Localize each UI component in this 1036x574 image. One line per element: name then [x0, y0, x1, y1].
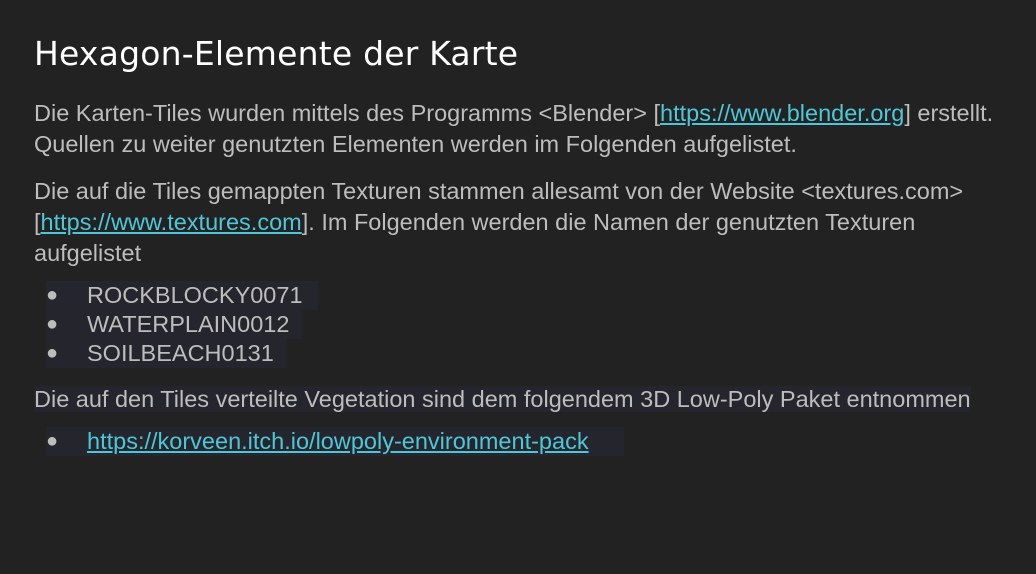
texture-name: ROCKBLOCKY0071: [87, 282, 303, 308]
list-item: ● https://korveen.itch.io/lowpoly-enviro…: [34, 427, 1002, 456]
list-item: ● ROCKBLOCKY0071: [34, 281, 1002, 310]
slide-title: Hexagon-Elemente der Karte: [34, 34, 519, 73]
list-item: ● SOILBEACH0131: [34, 339, 1002, 368]
blender-link[interactable]: https://www.blender.org: [660, 100, 904, 126]
paragraph-text: Die Karten-Tiles wurden mittels des Prog…: [34, 100, 661, 126]
paragraph-vegetation: Die auf den Tiles verteilte Vegetation s…: [34, 384, 1002, 415]
bullet-icon: ●: [46, 430, 59, 452]
textures-list: ● ROCKBLOCKY0071 ● WATERPLAIN0012 ● SOIL…: [34, 281, 1002, 368]
textures-link[interactable]: https://www.textures.com: [41, 209, 302, 235]
texture-name: SOILBEACH0131: [87, 340, 274, 366]
paragraph-text: Die auf den Tiles verteilte Vegetation s…: [34, 386, 971, 412]
paragraph-textures: Die auf die Tiles gemappten Texturen sta…: [34, 176, 1002, 269]
lowpoly-pack-link[interactable]: https://korveen.itch.io/lowpoly-environm…: [87, 428, 589, 454]
vegetation-list: ● https://korveen.itch.io/lowpoly-enviro…: [34, 427, 1002, 456]
slide: Hexagon-Elemente der Karte Die Karten-Ti…: [0, 0, 1036, 574]
bullet-icon: ●: [46, 313, 59, 335]
bullet-icon: ●: [46, 284, 59, 306]
texture-name: WATERPLAIN0012: [87, 311, 290, 337]
paragraph-blender: Die Karten-Tiles wurden mittels des Prog…: [34, 98, 1002, 160]
bullet-icon: ●: [46, 342, 59, 364]
list-item: ● WATERPLAIN0012: [34, 310, 1002, 339]
